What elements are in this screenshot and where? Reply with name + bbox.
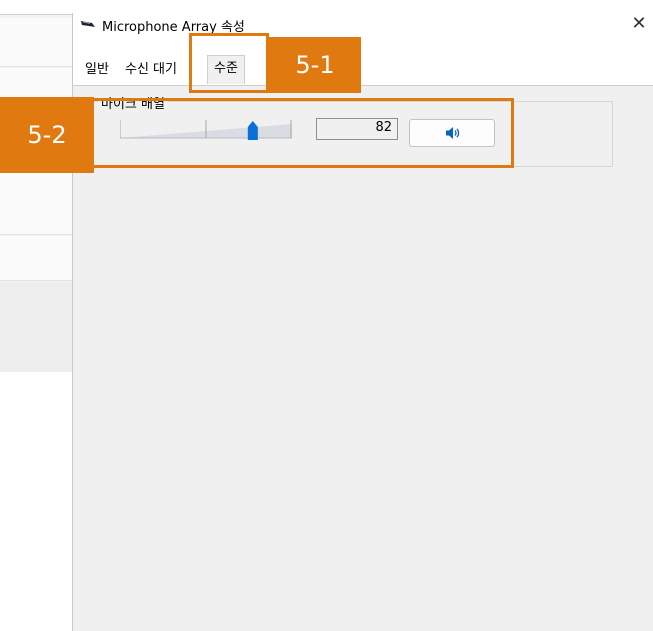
title-bar: Microphone Array 속성 ✕ [73,13,653,37]
tab-listen[interactable]: 수신 대기 [125,59,177,81]
microphone-icon [80,18,96,30]
background-panel [0,282,72,372]
annotation-box-5-1 [189,33,269,93]
background-window [0,0,72,372]
background-window-bar [72,0,653,14]
tab-bar: 일반 수신 대기 수준 [73,37,653,86]
background-row [0,18,72,67]
annotation-label-5-2: 5-2 [0,97,94,173]
background-row [0,236,72,281]
tab-general[interactable]: 일반 [85,59,109,81]
background-window-top [0,0,72,15]
close-button[interactable]: ✕ [624,13,653,37]
annotation-label-5-1: 5-1 [269,37,361,93]
annotation-box-5-2 [84,98,514,168]
